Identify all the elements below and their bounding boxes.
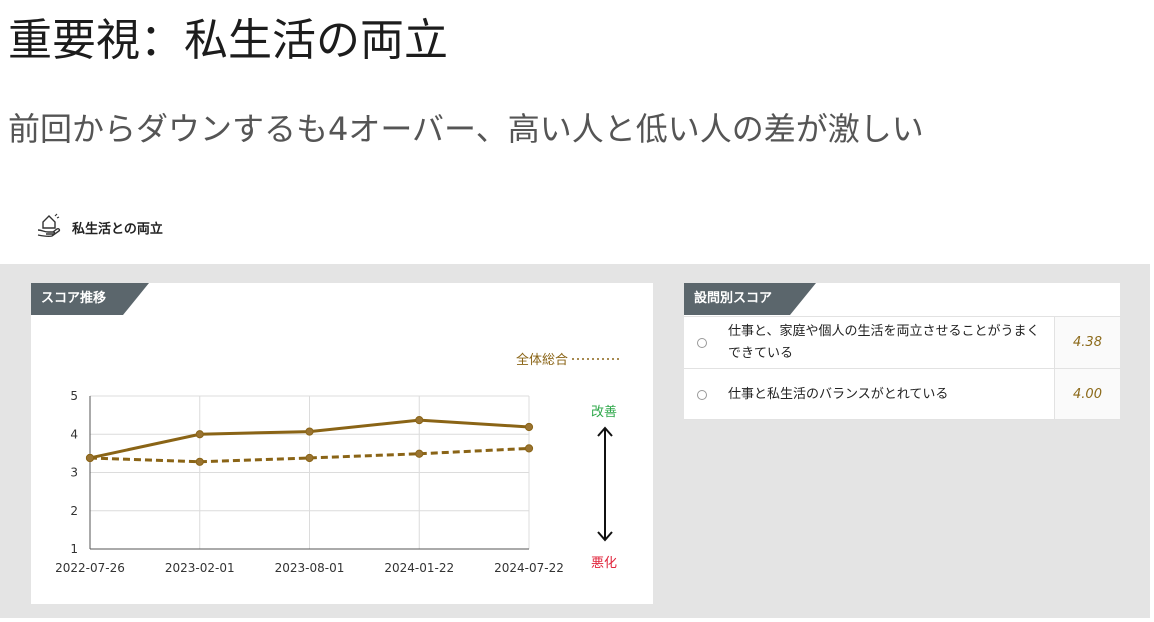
y-tick-label: 4 <box>70 427 78 441</box>
y-tick-label: 5 <box>70 389 78 403</box>
overall-data-point <box>305 453 314 463</box>
x-tick-label: 2023-02-01 <box>165 561 235 575</box>
radio-icon[interactable] <box>697 390 707 400</box>
question-score-tab: 設問別スコア <box>684 283 816 315</box>
y-tick-label: 2 <box>70 504 78 518</box>
overall-data-point <box>85 453 95 463</box>
score-data-point <box>195 430 204 439</box>
section-label: 私生活との両立 <box>72 221 163 237</box>
overall-data-point <box>524 444 534 453</box>
overall-data-point <box>195 457 204 466</box>
radio-icon[interactable] <box>697 338 707 348</box>
y-tick-label: 3 <box>70 466 78 480</box>
question-row[interactable]: 仕事と、家庭や個人の生活を両立させることがうまくできている 4.38 <box>684 316 1120 368</box>
question-text: 仕事と、家庭や個人の生活を両立させることがうまくできている <box>728 324 1040 361</box>
score-data-point <box>415 415 424 425</box>
score-trend-chart: 1 2 3 4 5 2022-07-26 2023-02-01 2023-08-01 2024-… <box>55 336 631 581</box>
worsen-label: 悪化 <box>591 556 617 571</box>
x-tick-label: 2022-07-26 <box>55 561 125 575</box>
question-score-panel: 設問別スコア 仕事と、家庭や個人の生活を両立させることがうまくできている 4.3… <box>684 283 1120 420</box>
page-subtitle: 前回からダウンするも4オーバー、高い人と低い人の差が激しい <box>8 110 924 148</box>
x-tick-label: 2024-07-22 <box>494 561 564 575</box>
score-data-point <box>524 422 534 432</box>
legend-label: 全体総合 <box>516 352 568 368</box>
hand-home-icon <box>36 212 62 242</box>
question-score: 4.38 <box>1054 317 1120 368</box>
overall-data-point <box>415 449 424 458</box>
question-text: 仕事と私生活のバランスがとれている <box>728 387 949 402</box>
x-tick-label: 2023-08-01 <box>275 561 345 575</box>
section-header: 私生活との両立 <box>36 212 163 242</box>
score-trend-panel: スコア推移 1 2 3 4 5 2022-07-26 2023-02-01 2023-08-0… <box>31 283 653 604</box>
improve-label: 改善 <box>591 404 617 420</box>
question-score: 4.00 <box>1054 369 1120 419</box>
page-title: 重要視：私生活の両立 <box>8 15 448 66</box>
chart-grid <box>89 395 530 550</box>
y-tick-label: 1 <box>70 542 78 556</box>
x-tick-label: 2024-01-22 <box>384 561 454 575</box>
question-row[interactable]: 仕事と私生活のバランスがとれている 4.00 <box>684 368 1120 420</box>
score-data-point <box>305 427 314 436</box>
